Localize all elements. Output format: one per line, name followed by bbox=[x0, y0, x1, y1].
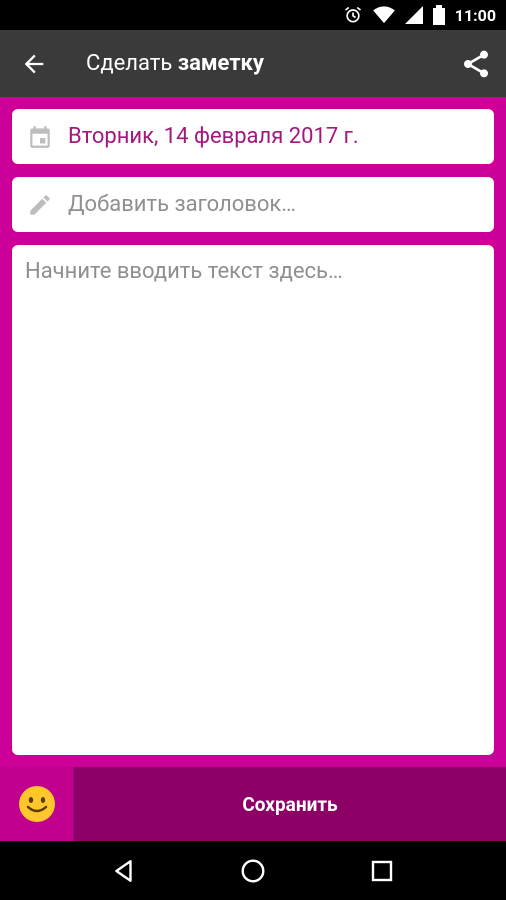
page-title-bold: заметку bbox=[177, 51, 264, 76]
date-rest: 14 февраля 2017 г. bbox=[158, 124, 359, 149]
note-title-field[interactable]: Добавить заголовок… bbox=[12, 177, 494, 232]
arrow-left-icon bbox=[24, 54, 44, 73]
note-title-placeholder: Добавить заголовок… bbox=[68, 192, 297, 217]
date-day: Вторник, bbox=[68, 124, 159, 149]
clock: 11:00 bbox=[454, 5, 496, 25]
note-body-field[interactable]: Начните вводить текст здесь… bbox=[12, 245, 494, 755]
back-button[interactable] bbox=[0, 30, 68, 97]
calendar-icon bbox=[12, 124, 68, 150]
emoji-button[interactable] bbox=[0, 767, 74, 841]
date-value: Вторник, 14 февраля 2017 г. bbox=[68, 124, 359, 149]
bottom-action-bar: Сохранить bbox=[0, 767, 506, 841]
share-button[interactable] bbox=[446, 30, 506, 97]
save-button[interactable]: Сохранить bbox=[74, 767, 506, 841]
share-icon bbox=[464, 50, 488, 77]
system-nav-bar bbox=[0, 841, 506, 900]
status-bar: 11:00 bbox=[0, 0, 506, 30]
nav-home-button[interactable] bbox=[223, 841, 283, 900]
triangle-back-icon bbox=[115, 859, 133, 882]
alarm-icon bbox=[343, 5, 363, 25]
note-body-placeholder: Начните вводить текст здесь… bbox=[25, 259, 343, 284]
smiley-icon bbox=[18, 786, 55, 822]
nav-back-button[interactable] bbox=[94, 841, 154, 900]
wifi-icon bbox=[372, 6, 395, 24]
page-title: Сделать заметку bbox=[68, 51, 446, 76]
nav-recents-button[interactable] bbox=[352, 841, 412, 900]
circle-home-icon bbox=[241, 859, 265, 882]
app-toolbar: Сделать заметку bbox=[0, 30, 506, 97]
date-picker-field[interactable]: Вторник, 14 февраля 2017 г. bbox=[12, 109, 494, 164]
signal-icon bbox=[404, 6, 423, 24]
pencil-icon bbox=[12, 192, 68, 218]
battery-icon bbox=[432, 5, 445, 25]
note-form: Вторник, 14 февраля 2017 г. Добавить заг… bbox=[0, 97, 506, 767]
page-title-prefix: Сделать bbox=[86, 51, 178, 76]
square-recents-icon bbox=[371, 860, 392, 881]
